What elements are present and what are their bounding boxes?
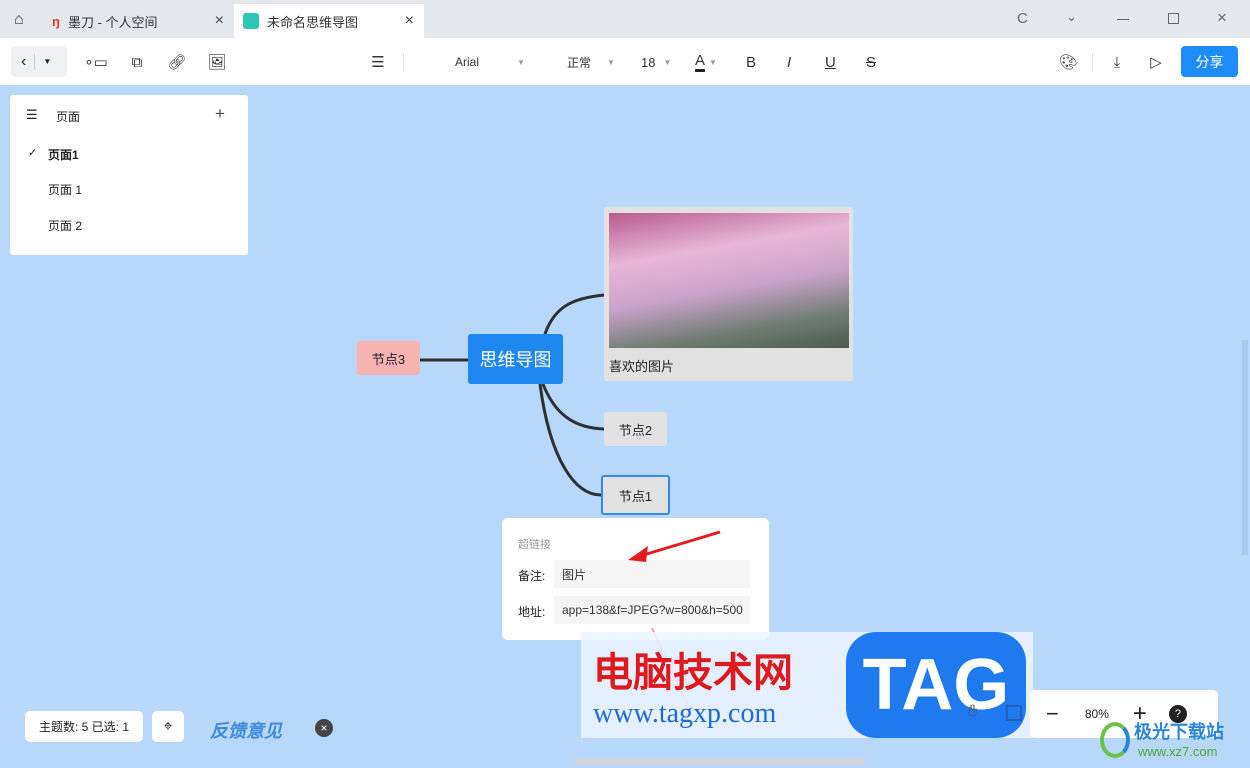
node-3[interactable]: 节点3 (357, 341, 420, 375)
watermark-cn: 电脑技术网 (593, 651, 793, 695)
feedback-link[interactable]: 反馈意见 (210, 717, 282, 743)
address-input[interactable]: app=138&f=JPEG?w=800&h=500 (554, 596, 750, 624)
root-node[interactable]: 思维导图 (468, 334, 563, 384)
node-1[interactable]: 节点1 (601, 475, 670, 515)
watermark-url: www.tagxp.com (593, 698, 777, 729)
popup-title: 超链接 (518, 539, 551, 551)
watermark-site-url: www.xz7.com (1138, 744, 1218, 759)
stats-badge: 主题数: 5 已选: 1 (25, 711, 143, 742)
watermark-tagxp: 电脑技术网 www.tagxp.com TAG (581, 632, 1033, 738)
frame-tool-icon[interactable] (1006, 705, 1022, 721)
xz7-logo-icon (1100, 722, 1130, 758)
locate-center-button[interactable]: ⌖ (152, 711, 184, 742)
close-feedback-icon[interactable]: × (315, 719, 333, 737)
watermark-xz7: 极光下载站 www.xz7.com (1100, 718, 1245, 763)
vertical-scrollbar[interactable] (1242, 340, 1248, 555)
image-caption: 喜欢的图片 (609, 359, 675, 374)
horizontal-scrollbar[interactable] (575, 759, 865, 765)
zoom-out-button[interactable]: − (1046, 701, 1059, 727)
hyperlink-popup: 超链接 备注: 图片 地址: app=138&f=JPEG?w=800&h=50… (502, 518, 769, 640)
image-node[interactable]: 喜欢的图片 (604, 207, 853, 381)
address-label: 地址: (518, 605, 546, 619)
watermark-tag: TAG (846, 632, 1026, 738)
node-2[interactable]: 节点2 (604, 412, 667, 446)
note-input[interactable]: 图片 (554, 560, 750, 588)
hand-tool-icon[interactable]: ✋︎ (968, 703, 977, 721)
node-image (609, 213, 849, 348)
note-label: 备注: (518, 569, 546, 583)
watermark-site: 极光下载站 (1134, 722, 1224, 742)
